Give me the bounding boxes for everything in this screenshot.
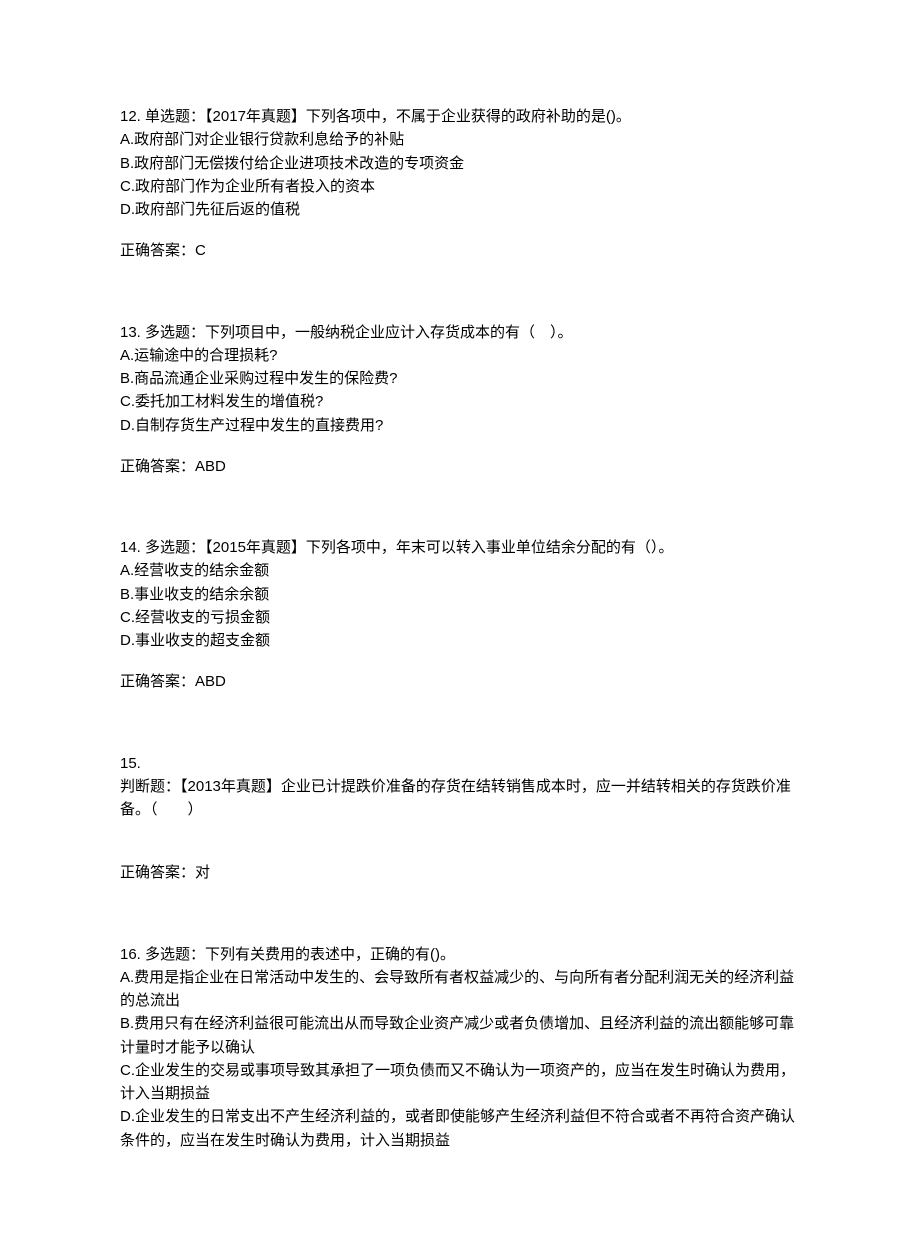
option-b: B.费用只有在经济利益很可能流出从而导致企业资产减少或者负债增加、且经济利益的流… [120, 1012, 800, 1059]
answer-label: 正确答案： [120, 458, 195, 475]
question-text: 下列有关费用的表述中，正确的有()。 [205, 946, 455, 963]
answer-line: 正确答案：ABD [120, 670, 800, 693]
question-16: 16. 多选题：下列有关费用的表述中，正确的有()。 A.费用是指企业在日常活动… [120, 943, 800, 1152]
question-type: 多选题： [145, 539, 205, 556]
question-stem: 12. 单选题：【2017年真题】下列各项中，不属于企业获得的政府补助的是()。 [120, 105, 800, 128]
answer-value: C [195, 242, 206, 259]
question-stem: 14. 多选题：【2015年真题】下列各项中，年末可以转入事业单位结余分配的有（… [120, 536, 800, 559]
option-a: A.经营收支的结余金额 [120, 559, 800, 582]
question-type: 多选题： [145, 946, 205, 963]
question-type: 判断题： [120, 778, 180, 795]
answer-value: ABD [195, 673, 226, 690]
question-15: 15. 判断题：【2013年真题】企业已计提跌价准备的存货在结转销售成本时，应一… [120, 752, 800, 885]
question-stem: 16. 多选题：下列有关费用的表述中，正确的有()。 [120, 943, 800, 966]
option-d: D.企业发生的日常支出不产生经济利益的，或者即使能够产生经济利益但不符合或者不再… [120, 1105, 800, 1152]
question-text: 【2013年真题】企业已计提跌价准备的存货在结转销售成本时，应一并结转相关的存货… [120, 778, 791, 818]
option-c: C.经营收支的亏损金额 [120, 606, 800, 629]
question-13: 13. 多选题：下列项目中，一般纳税企业应计入存货成本的有（ ）。 A.运输途中… [120, 321, 800, 479]
option-a: A.运输途中的合理损耗? [120, 344, 800, 367]
question-type: 多选题： [145, 324, 205, 341]
question-number: 16. [120, 946, 141, 963]
answer-label: 正确答案： [120, 673, 195, 690]
option-d: D.自制存货生产过程中发生的直接费用? [120, 414, 800, 437]
document-page: 12. 单选题：【2017年真题】下列各项中，不属于企业获得的政府补助的是()。… [0, 0, 920, 1252]
answer-line: 正确答案：对 [120, 861, 800, 884]
option-a: A.政府部门对企业银行贷款利息给予的补贴 [120, 128, 800, 151]
question-number: 13. [120, 324, 141, 341]
answer-value: ABD [195, 458, 226, 475]
option-c: C.政府部门作为企业所有者投入的资本 [120, 175, 800, 198]
option-d: D.事业收支的超支金额 [120, 629, 800, 652]
option-d: D.政府部门先征后返的值税 [120, 198, 800, 221]
option-b: B.事业收支的结余余额 [120, 583, 800, 606]
question-text: 下列项目中，一般纳税企业应计入存货成本的有（ ）。 [205, 324, 573, 341]
question-text: 【2015年真题】下列各项中，年末可以转入事业单位结余分配的有（）。 [205, 539, 673, 556]
question-number: 14. [120, 539, 141, 556]
question-number: 12. [120, 108, 141, 125]
option-b: B.商品流通企业采购过程中发生的保险费? [120, 367, 800, 390]
answer-label: 正确答案： [120, 242, 195, 259]
answer-label: 正确答案： [120, 864, 195, 881]
answer-line: 正确答案：C [120, 239, 800, 262]
option-c: C.企业发生的交易或事项导致其承担了一项负债而又不确认为一项资产的，应当在发生时… [120, 1059, 800, 1106]
question-12: 12. 单选题：【2017年真题】下列各项中，不属于企业获得的政府补助的是()。… [120, 105, 800, 263]
question-stem: 判断题：【2013年真题】企业已计提跌价准备的存货在结转销售成本时，应一并结转相… [120, 775, 800, 822]
question-14: 14. 多选题：【2015年真题】下列各项中，年末可以转入事业单位结余分配的有（… [120, 536, 800, 694]
answer-line: 正确答案：ABD [120, 455, 800, 478]
question-stem: 13. 多选题：下列项目中，一般纳税企业应计入存货成本的有（ ）。 [120, 321, 800, 344]
question-number-line: 15. [120, 752, 800, 775]
option-b: B.政府部门无偿拨付给企业进项技术改造的专项资金 [120, 152, 800, 175]
option-c: C.委托加工材料发生的增值税? [120, 390, 800, 413]
question-type: 单选题： [145, 108, 205, 125]
answer-value: 对 [195, 864, 210, 881]
option-a: A.费用是指企业在日常活动中发生的、会导致所有者权益减少的、与向所有者分配利润无… [120, 966, 800, 1013]
question-text: 【2017年真题】下列各项中，不属于企业获得的政府补助的是()。 [205, 108, 631, 125]
